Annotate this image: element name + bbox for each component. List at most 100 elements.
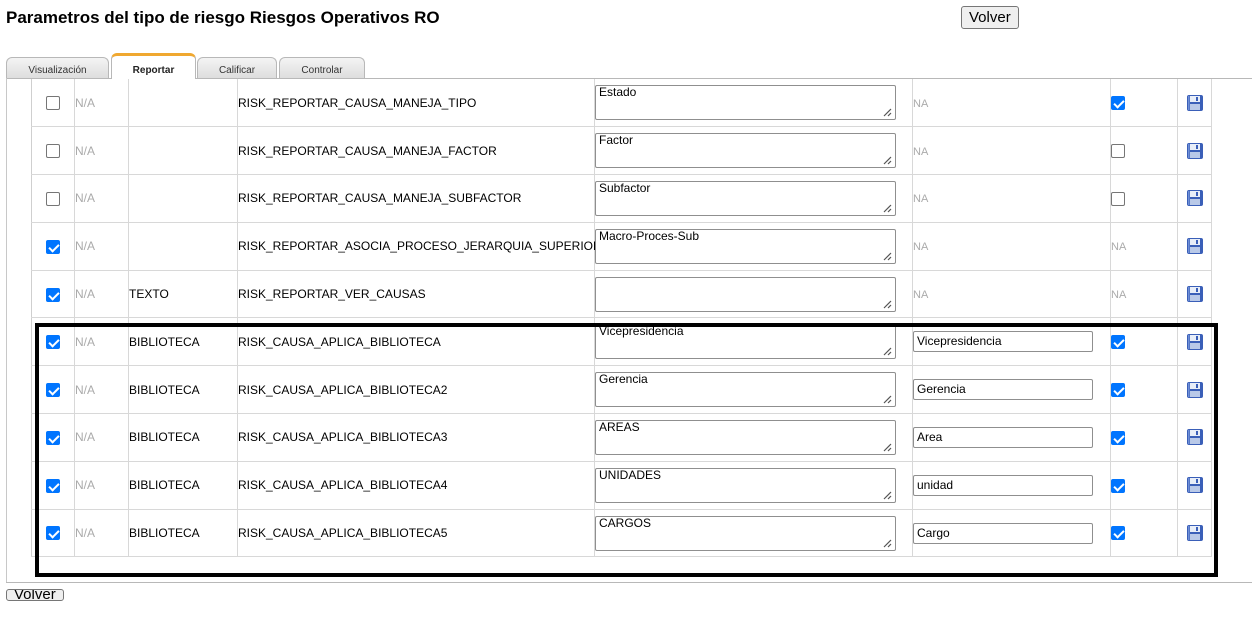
label-textarea[interactable]: Estado [595, 85, 896, 121]
value-input[interactable]: unidad [913, 474, 1093, 496]
resize-grip-icon[interactable] [882, 251, 892, 261]
value-input[interactable]: Gerencia [913, 379, 1093, 401]
table-row: N/A BIBLIOTECA RISK_CAUSA_APLICA_BIBLIOTEC… [31, 317, 1212, 367]
table-row: N/A TEXTO RISK_REPORTAR_VER_CAUSAS NA NA [31, 270, 1212, 319]
flag-checkbox[interactable] [1111, 191, 1125, 206]
value-na: NA [913, 145, 929, 158]
resize-grip-icon[interactable] [882, 490, 892, 500]
save-icon[interactable] [1186, 476, 1204, 494]
resize-grip-icon[interactable] [882, 442, 892, 452]
label-textarea-value: Gerencia [599, 372, 648, 387]
save-icon[interactable] [1186, 237, 1204, 255]
row-enabled-checkbox[interactable] [46, 96, 60, 111]
tab-controlar[interactable]: Controlar [279, 57, 365, 79]
label-textarea[interactable]: Subfactor [595, 180, 896, 216]
value-na: NA [913, 289, 929, 302]
param-key: RISK_REPORTAR_CAUSA_MANEJA_FACTOR [237, 126, 595, 176]
resize-grip-icon[interactable] [882, 155, 892, 165]
param-type: BIBLIOTECA [128, 317, 238, 367]
save-icon[interactable] [1186, 285, 1204, 303]
row-enabled-checkbox[interactable] [46, 430, 60, 445]
save-icon[interactable] [1186, 381, 1204, 399]
flag-checkbox[interactable] [1111, 96, 1125, 111]
value-input[interactable]: Cargo [913, 522, 1093, 544]
label-textarea-value: UNIDADES [599, 467, 662, 482]
resize-grip-icon[interactable] [882, 203, 892, 213]
label-textarea-value: Estado [599, 85, 637, 100]
page-title: Parametros del tipo de riesgo Riesgos Op… [6, 8, 440, 27]
resize-grip-icon[interactable] [882, 538, 892, 548]
parameters-table: N/A RISK_REPORTAR_CAUSA_MANEJA_TIPO Estado… [31, 79, 1212, 558]
resize-grip-icon[interactable] [882, 394, 892, 404]
label-textarea[interactable]: CARGOS [595, 515, 896, 551]
label-textarea-value: CARGOS [599, 515, 652, 530]
na-label: N/A [74, 365, 129, 415]
param-key: RISK_CAUSA_APLICA_BIBLIOTECA [237, 317, 595, 367]
na-label: N/A [74, 317, 129, 367]
label-textarea[interactable]: Macro-Proces-Sub [595, 228, 896, 264]
table-row: N/A BIBLIOTECA RISK_CAUSA_APLICA_BIBLIOTEC… [31, 413, 1212, 462]
param-key: RISK_REPORTAR_CAUSA_MANEJA_SUBFACTOR [237, 174, 595, 223]
label-textarea[interactable]: Factor [595, 133, 896, 169]
param-type [128, 79, 238, 128]
na-label: N/A [74, 126, 129, 176]
param-type: BIBLIOTECA [128, 365, 238, 415]
row-enabled-checkbox[interactable] [46, 478, 60, 493]
label-textarea[interactable]: Gerencia [595, 372, 896, 408]
label-textarea-value: Macro-Proces-Sub [599, 228, 700, 243]
save-icon[interactable] [1186, 524, 1204, 542]
row-enabled-checkbox[interactable] [46, 287, 60, 302]
tab-bar: Visualización Reportar Calificar Control… [6, 53, 1252, 79]
param-key: RISK_REPORTAR_VER_CAUSAS [237, 270, 595, 319]
flag-checkbox[interactable] [1111, 478, 1125, 493]
label-textarea[interactable] [595, 276, 896, 312]
param-key: RISK_REPORTAR_CAUSA_MANEJA_TIPO [237, 79, 595, 128]
resize-grip-icon[interactable] [882, 346, 892, 356]
tab-visualizacion[interactable]: Visualización [6, 57, 109, 79]
row-enabled-checkbox[interactable] [46, 335, 60, 350]
label-textarea-value: Subfactor [599, 180, 651, 195]
param-key: RISK_CAUSA_APLICA_BIBLIOTECA4 [237, 461, 595, 510]
param-type [128, 174, 238, 223]
param-type: BIBLIOTECA [128, 461, 238, 510]
flag-checkbox[interactable] [1111, 383, 1125, 398]
table-row: N/A RISK_REPORTAR_CAUSA_MANEJA_TIPO Estado… [31, 79, 1212, 128]
label-textarea[interactable]: Vicepresidencia [595, 324, 896, 360]
resize-grip-icon[interactable] [882, 107, 892, 117]
volver-bottom-button[interactable]: Volver [6, 589, 64, 601]
tab-calificar[interactable]: Calificar [197, 57, 277, 79]
flag-checkbox[interactable] [1111, 430, 1125, 445]
tab-reportar[interactable]: Reportar [111, 53, 196, 79]
value-na: NA [913, 241, 929, 254]
save-icon[interactable] [1186, 94, 1204, 112]
flag-checkbox[interactable] [1111, 335, 1125, 350]
flag-checkbox[interactable] [1111, 144, 1125, 159]
row-enabled-checkbox[interactable] [46, 526, 60, 541]
save-icon[interactable] [1186, 142, 1204, 160]
table-row: N/A BIBLIOTECA RISK_CAUSA_APLICA_BIBLIOTEC… [31, 365, 1212, 415]
row-enabled-checkbox[interactable] [46, 191, 60, 206]
save-icon[interactable] [1186, 428, 1204, 446]
label-textarea[interactable]: AREAS [595, 419, 896, 455]
value-na: NA [913, 97, 929, 110]
flag-checkbox[interactable] [1111, 526, 1125, 541]
value-input[interactable]: Vicepresidencia [913, 331, 1093, 353]
param-key: RISK_CAUSA_APLICA_BIBLIOTECA2 [237, 365, 595, 415]
row-enabled-checkbox[interactable] [46, 383, 60, 398]
row-enabled-checkbox[interactable] [46, 144, 60, 159]
volver-button[interactable]: Volver [961, 6, 1019, 29]
param-key: RISK_CAUSA_APLICA_BIBLIOTECA3 [237, 413, 595, 462]
row-enabled-checkbox[interactable] [46, 239, 60, 254]
label-textarea[interactable]: UNIDADES [595, 467, 896, 503]
resize-grip-icon[interactable] [882, 299, 892, 309]
label-textarea-value: Factor [599, 133, 634, 148]
param-type [128, 222, 238, 271]
save-icon[interactable] [1186, 189, 1204, 207]
na-label: N/A [74, 413, 129, 462]
table-row: N/A BIBLIOTECA RISK_CAUSA_APLICA_BIBLIOTEC… [31, 509, 1212, 558]
na-label: N/A [74, 79, 129, 128]
value-input[interactable]: Area [913, 426, 1093, 448]
table-row: N/A RISK_REPORTAR_CAUSA_MANEJA_SUBFACTOR S… [31, 174, 1212, 223]
panel-border-bottom [6, 582, 1252, 583]
save-icon[interactable] [1186, 333, 1204, 351]
